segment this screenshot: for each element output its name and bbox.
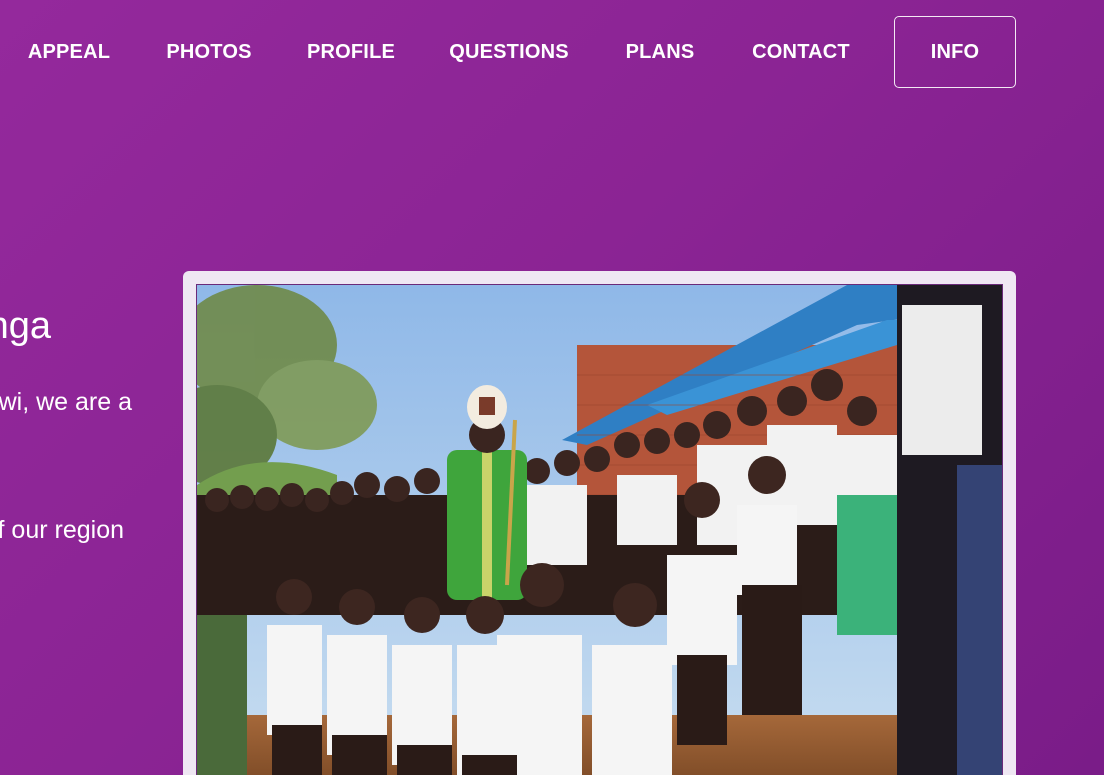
- main-nav: APPEAL PHOTOS PROFILE QUESTIONS PLANS CO…: [0, 16, 1104, 88]
- photo-frame: [183, 271, 1016, 775]
- nav-plans[interactable]: PLANS: [614, 16, 706, 88]
- nav-photos[interactable]: PHOTOS: [156, 16, 262, 88]
- nav-questions[interactable]: QUESTIONS: [440, 16, 578, 88]
- hero-paragraph-line-2: f our region: [0, 516, 124, 544]
- nav-appeal[interactable]: APPEAL: [18, 16, 120, 88]
- nav-contact[interactable]: CONTACT: [742, 16, 860, 88]
- hero-text-block: nga wi, we are a f our region: [0, 300, 175, 560]
- photo-illustration: [197, 285, 1002, 775]
- nav-profile[interactable]: PROFILE: [298, 16, 404, 88]
- hero-title: nga: [0, 305, 51, 347]
- hero-photo: [196, 284, 1003, 775]
- hero-paragraph-line-1: wi, we are a: [0, 388, 132, 416]
- nav-info-button[interactable]: INFO: [894, 16, 1016, 88]
